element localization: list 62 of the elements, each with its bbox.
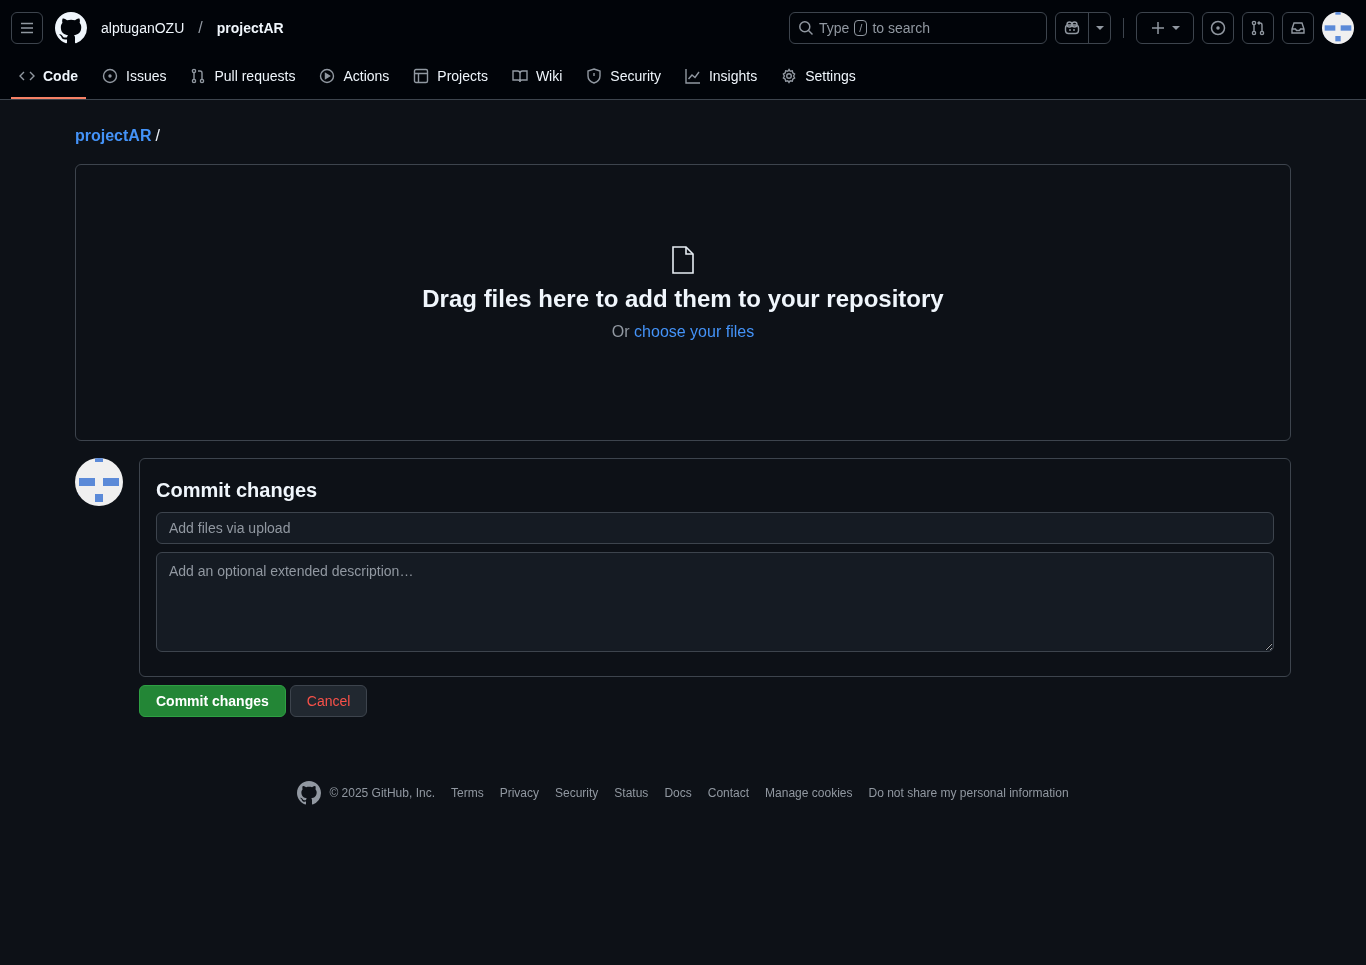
issues-button[interactable] [1202, 11, 1234, 44]
footer-link[interactable]: Contact [707, 786, 750, 800]
repo-tab[interactable]: Settings [773, 55, 864, 99]
caret-icon [1095, 24, 1104, 31]
user-avatar [1322, 11, 1354, 44]
file-dropzone[interactable]: Drag files here to add them to your repository Or choose your files [75, 164, 1291, 441]
repo-tab[interactable]: Pull requests [182, 55, 304, 99]
menu-button[interactable] [11, 11, 43, 44]
copyright-text: © 2025 GitHub, Inc. [329, 786, 435, 800]
path-separator: / [198, 18, 203, 37]
footer-link[interactable]: Status [614, 786, 649, 800]
user-avatar [75, 458, 123, 506]
footer-link[interactable]: Docs [664, 786, 692, 800]
repo-tab[interactable]: Wiki [503, 55, 571, 99]
pull-request-icon [190, 68, 207, 84]
file-icon [671, 245, 695, 275]
repo-tab[interactable]: Projects [405, 55, 496, 99]
breadcrumb-separator: / [155, 127, 160, 145]
table-icon [413, 68, 430, 84]
commit-summary-field[interactable]: Add files via upload [156, 512, 1274, 544]
shield-icon [586, 68, 603, 84]
issue-circle-icon [102, 68, 118, 84]
inbox-icon [1290, 19, 1306, 36]
search-icon [798, 19, 814, 36]
cancel-button[interactable]: Cancel [289, 685, 368, 717]
search-placeholder: Type [819, 19, 850, 36]
book-icon [511, 68, 528, 84]
footer-link[interactable]: Privacy [499, 786, 539, 800]
github-logo-icon[interactable] [297, 781, 322, 805]
repo-tab[interactable]: Actions [311, 55, 398, 99]
plus-icon [1150, 19, 1166, 36]
caret-icon [1172, 24, 1180, 31]
repo-tab[interactable]: Code [11, 55, 86, 99]
footer-link[interactable]: Terms [450, 786, 484, 800]
issue-circle-icon [1210, 19, 1226, 36]
robot-face-icon [1064, 19, 1080, 36]
commit-title: Commit changes [156, 479, 319, 502]
choose-files-link[interactable]: choose your files [634, 323, 755, 340]
shortcut-key: / [854, 19, 868, 36]
play-icon [319, 68, 336, 84]
breadcrumb-repo-link[interactable]: projectAR [75, 127, 152, 145]
dropzone-hint: Or [611, 323, 630, 340]
search-placeholder: to search [872, 19, 930, 36]
commit-description-field[interactable]: Add an optional extended description… [156, 552, 1274, 652]
footer-link[interactable]: Do not share my personal information [868, 786, 1069, 800]
repo-tab[interactable]: Insights [676, 55, 766, 99]
repo-link[interactable]: projectAR [216, 19, 284, 36]
footer-link[interactable]: Manage cookies [765, 786, 853, 800]
repo-tab[interactable]: Security [578, 55, 669, 99]
graph-icon [684, 68, 701, 84]
search-field[interactable]: Type / to search [789, 11, 1047, 44]
create-button[interactable] [1136, 11, 1194, 44]
commit-changes-button[interactable]: Commit changes [139, 685, 286, 717]
gear-icon [781, 68, 798, 84]
repo-tab[interactable]: Issues [94, 55, 175, 99]
pull-request-icon [1250, 19, 1266, 36]
owner-link[interactable]: alptuganOZU [101, 19, 185, 36]
inbox-button[interactable] [1282, 11, 1314, 44]
footer-link[interactable]: Security [555, 786, 599, 800]
dropzone-title: Drag files here to add them to your repository [422, 285, 944, 313]
pull-requests-button[interactable] [1242, 11, 1274, 44]
github-logo-icon[interactable] [55, 11, 87, 44]
